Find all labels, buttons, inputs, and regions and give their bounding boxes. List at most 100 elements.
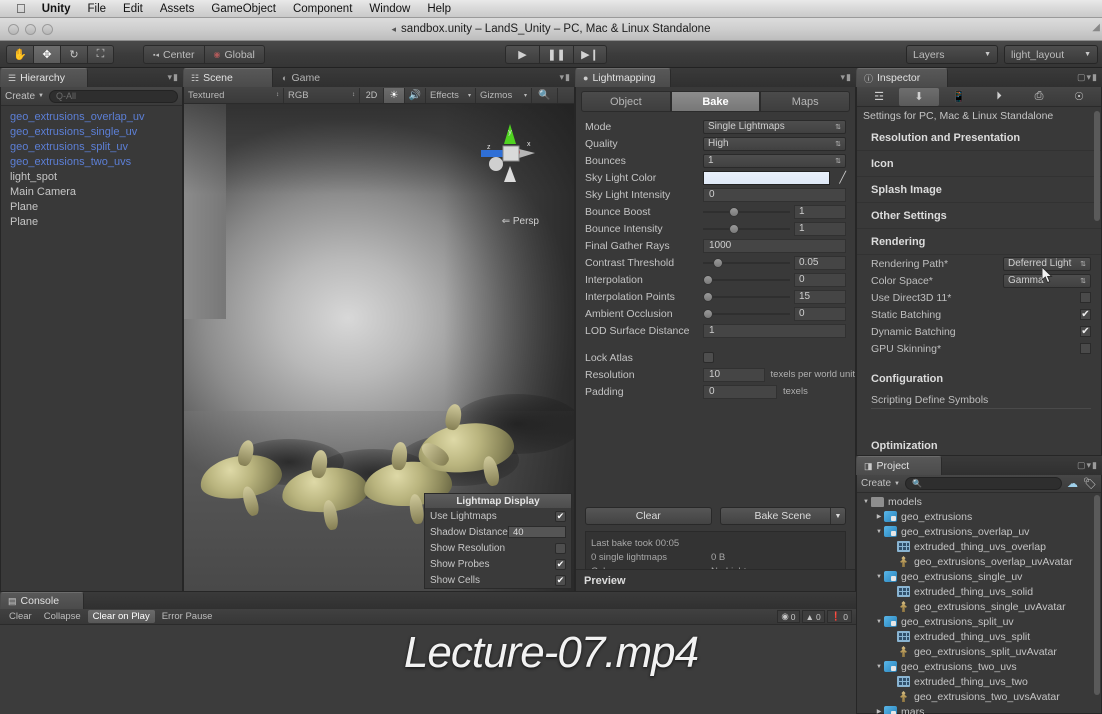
scene-lighting-toggle[interactable]: ☀	[384, 87, 405, 103]
popup-field[interactable]: High ⇅	[703, 136, 846, 151]
scene-projection-mode[interactable]: ⇐ Persp	[502, 216, 539, 227]
hierarchy-item[interactable]: Main Camera	[1, 184, 182, 199]
chevron-down-icon[interactable]: ▼	[830, 508, 845, 524]
pivot-mode-button[interactable]: ▪◂ Center	[143, 45, 204, 64]
text-field[interactable]: 1000	[703, 238, 846, 253]
standalone-icon[interactable]: ⬇	[899, 87, 939, 106]
gizmos-dropdown[interactable]: Gizmos ▾	[476, 87, 532, 103]
shadow-distance-input[interactable]: 40	[508, 526, 566, 538]
popup-field[interactable]: Single Lightmaps ⇅	[703, 119, 846, 134]
property-checkbox[interactable]	[1080, 343, 1091, 354]
pause-button[interactable]: ❚❚	[539, 45, 573, 64]
clear-button[interactable]: Clear	[585, 507, 712, 525]
slider-knob[interactable]	[729, 223, 740, 234]
slider-value[interactable]: 0.05	[794, 255, 846, 270]
slider-track[interactable]	[703, 206, 790, 217]
chevron-down-icon[interactable]: ▼	[874, 529, 884, 535]
section-optimization[interactable]: Optimization	[857, 434, 1101, 458]
menu-component[interactable]: Component	[293, 3, 352, 15]
slider-track[interactable]	[703, 257, 790, 268]
scale-tool-button[interactable]: ⛶	[87, 45, 114, 64]
hierarchy-item[interactable]: geo_extrusions_overlap_uv	[1, 109, 182, 124]
hand-tool-button[interactable]: ✋	[6, 45, 33, 64]
lightmapping-tab-bake[interactable]: Bake	[670, 91, 761, 112]
apple-icon[interactable]: 	[16, 2, 26, 15]
project-tree-item[interactable]: ▼ geo_extrusions_split_uv	[857, 614, 1101, 629]
label-icon[interactable]: 🏷	[1083, 477, 1097, 490]
scene-panel-menu[interactable]: ▾▮	[560, 72, 571, 83]
scene-viewport[interactable]: y z x ⇐ Persp Lightmap Display Use Light…	[184, 104, 574, 591]
console-collapse-button[interactable]: Collapse	[39, 610, 86, 623]
project-panel-menu[interactable]: ▢▾▮	[1077, 460, 1098, 471]
preview-section-header[interactable]: Preview	[576, 569, 855, 591]
chevron-down-icon[interactable]: ▼	[874, 574, 884, 580]
console-log-count[interactable]: ◉ 0	[777, 610, 800, 623]
tab-inspector[interactable]: ⓘ Inspector	[856, 68, 948, 87]
hierarchy-create-button[interactable]: Create ▼	[5, 91, 44, 102]
console-error-count[interactable]: ❗ 0	[826, 610, 852, 623]
slider-value[interactable]: 15	[794, 289, 846, 304]
slider-track[interactable]	[703, 291, 790, 302]
tab-scene[interactable]: ☷ Scene	[183, 68, 273, 87]
chevron-right-icon[interactable]: ▶	[874, 513, 884, 520]
popup-field[interactable]: Deferred Light ⇅	[1003, 256, 1091, 271]
space-mode-button[interactable]: ◉ Global	[203, 45, 265, 64]
slider-knob[interactable]	[703, 291, 713, 302]
menu-unity[interactable]: Unity	[42, 3, 71, 15]
ios-icon[interactable]: 📱	[939, 88, 979, 106]
console-error-pause-button[interactable]: Error Pause	[157, 610, 218, 623]
slider-track[interactable]	[703, 223, 790, 234]
tab-game[interactable]: ◐ Game	[275, 68, 345, 87]
effects-dropdown[interactable]: Effects ▾	[426, 87, 476, 103]
layout-dropdown[interactable]: light_layout ▼	[1004, 45, 1098, 64]
text-field[interactable]: 0	[703, 384, 777, 399]
filter-icon[interactable]: ☁	[1067, 477, 1078, 490]
inspector-section-header[interactable]: Other Settings	[857, 203, 1101, 229]
lock-atlas-checkbox[interactable]	[703, 352, 714, 363]
lightmap-display-checkbox[interactable]: ✔	[555, 558, 566, 570]
menu-edit[interactable]: Edit	[123, 3, 143, 15]
lightmapping-tab-maps[interactable]: Maps	[760, 91, 851, 112]
hierarchy-item[interactable]: geo_extrusions_two_uvs	[1, 154, 182, 169]
hierarchy-item[interactable]: Plane	[1, 214, 182, 229]
project-tree-item[interactable]: extruded_thing_uvs_overlap	[857, 539, 1101, 554]
popup-field[interactable]: 1 ⇅	[703, 153, 846, 168]
eyedropper-icon[interactable]: ╱	[839, 171, 846, 184]
slider-knob[interactable]	[712, 257, 723, 268]
slider-knob[interactable]	[703, 308, 713, 319]
rotate-tool-button[interactable]: ↻	[60, 45, 87, 64]
slider-knob[interactable]	[703, 274, 713, 285]
property-checkbox[interactable]	[1080, 292, 1091, 303]
property-checkbox[interactable]: ✔	[1080, 326, 1091, 337]
scripting-define-input[interactable]	[871, 408, 1091, 409]
lightmapping-tab-object[interactable]: Object	[581, 91, 671, 112]
project-tree-item[interactable]: geo_extrusions_two_uvsAvatar	[857, 689, 1101, 704]
inspector-section-header[interactable]: Splash Image	[857, 177, 1101, 203]
project-search-input[interactable]: 🔍	[904, 477, 1063, 490]
inspector-panel-menu[interactable]: ▢▾▮	[1077, 72, 1098, 83]
lightmapping-panel-menu[interactable]: ▾▮	[841, 72, 852, 83]
zoom-button[interactable]	[42, 24, 53, 35]
inspector-scrollbar[interactable]	[1094, 111, 1100, 221]
resize-grip[interactable]: ◢	[1092, 22, 1100, 33]
slider-value[interactable]: 0	[794, 272, 846, 287]
popup-field[interactable]: Gamma ⇅	[1003, 273, 1091, 288]
hierarchy-search-input[interactable]: Q-All	[48, 89, 178, 103]
window-controls[interactable]	[8, 24, 53, 35]
lightmap-display-checkbox[interactable]: ✔	[555, 510, 566, 522]
slider-value[interactable]: 1	[794, 204, 846, 219]
tab-console[interactable]: ▤ Console	[0, 592, 84, 609]
google-native-icon[interactable]: ☉	[1059, 88, 1099, 106]
project-tree-item[interactable]: ▶ mars	[857, 704, 1101, 714]
project-tree-item[interactable]: ▶ geo_extrusions	[857, 509, 1101, 524]
web-player-icon[interactable]: ☲	[859, 88, 899, 106]
inspector-section-header[interactable]: Icon	[857, 151, 1101, 177]
project-tree-item[interactable]: extruded_thing_uvs_solid	[857, 584, 1101, 599]
slider-value[interactable]: 0	[794, 306, 846, 321]
android-icon[interactable]: ⏵	[979, 88, 1019, 106]
console-clear-button[interactable]: Clear	[4, 610, 37, 623]
section-rendering[interactable]: Rendering	[857, 229, 1101, 255]
console-clear-on-play-button[interactable]: Clear on Play	[87, 610, 155, 623]
color-field[interactable]	[703, 170, 830, 185]
hierarchy-item[interactable]: geo_extrusions_split_uv	[1, 139, 182, 154]
